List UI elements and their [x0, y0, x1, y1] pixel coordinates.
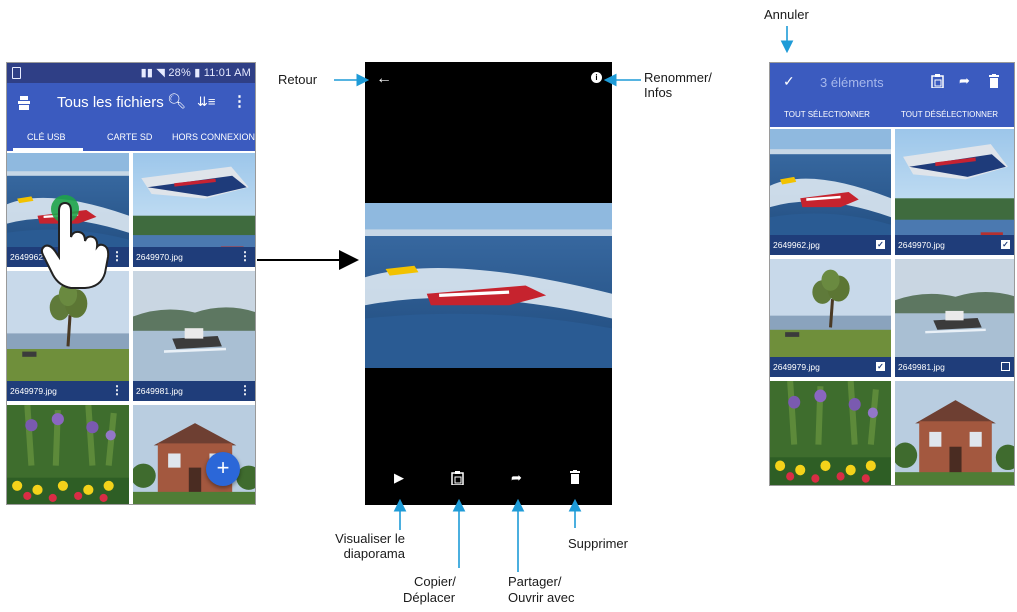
annotation-info: Infos	[644, 85, 673, 100]
annotation-cancel: Annuler	[764, 7, 809, 22]
annotation-copy: Copier/	[414, 574, 456, 589]
annotation-slideshow: Visualiser le	[335, 531, 405, 546]
annotation-share: Partager/	[508, 574, 562, 589]
annotation-move: Déplacer	[403, 590, 456, 605]
annotation-back: Retour	[278, 72, 318, 87]
annotation-rename: Renommer/	[644, 70, 712, 85]
annotation-open-with: Ouvrir avec	[508, 590, 575, 605]
annotation-slideshow-2: diaporama	[343, 546, 405, 561]
annotation-delete: Supprimer	[568, 536, 628, 551]
annotation-arrows	[257, 26, 794, 572]
